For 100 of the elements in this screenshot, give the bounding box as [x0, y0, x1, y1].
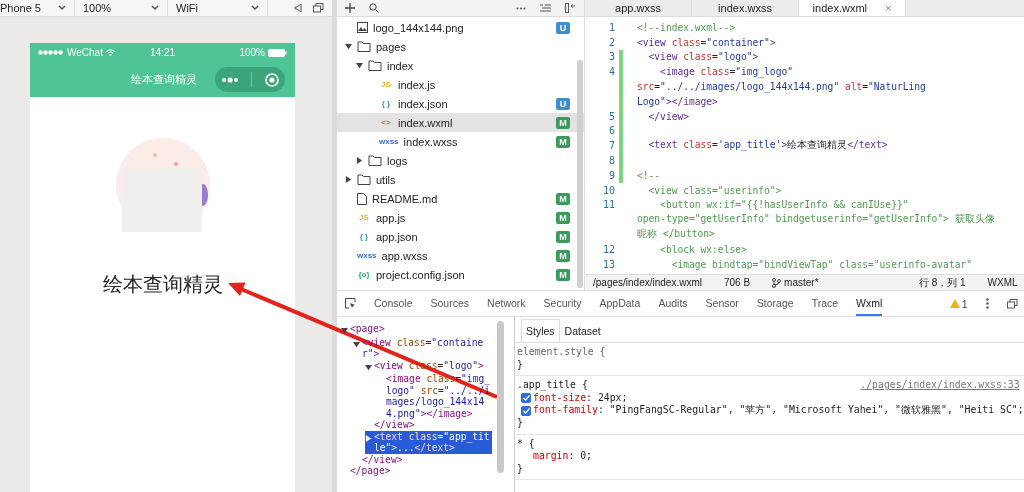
source-link[interactable]: ./pages/index/index.wxss:33: [860, 379, 1024, 392]
file-tree-item[interactable]: utils: [337, 170, 584, 189]
code-line: 昵称 </button>: [637, 228, 715, 242]
git-status-badge: M: [556, 135, 570, 148]
devtools-tab[interactable]: Sources: [430, 291, 470, 316]
git-status-badge: M: [556, 249, 570, 262]
wifi-icon: [105, 49, 115, 56]
warning-icon: [949, 299, 960, 308]
line-number: 9: [607, 169, 615, 181]
git-branch[interactable]: master*: [784, 277, 819, 288]
git-status-badge: M: [556, 192, 570, 205]
chevron-down-icon: [251, 5, 259, 11]
line-number: 5: [607, 110, 615, 122]
more-icon[interactable]: [516, 6, 526, 10]
expanded-triangle-icon[interactable]: [356, 62, 363, 69]
expanded-triangle-icon[interactable]: [353, 340, 360, 348]
language-mode[interactable]: WXML: [987, 277, 1018, 288]
image-file-icon: [357, 22, 368, 33]
git-status-badge: M: [556, 230, 570, 243]
checkbox[interactable]: [521, 405, 531, 416]
css-selector: element.style {: [517, 346, 606, 359]
css-selector: * {: [517, 437, 535, 451]
code-line: <block wx:else>: [659, 243, 747, 255]
more-vertical-icon[interactable]: [985, 298, 989, 309]
search-icon[interactable]: [369, 3, 379, 13]
collapsed-triangle-icon[interactable]: [365, 434, 372, 442]
dropdown-select[interactable]: Phone 5: [0, 0, 75, 17]
window-icon[interactable]: [313, 3, 324, 13]
code-line: </view>: [647, 110, 689, 122]
checkbox[interactable]: [521, 393, 531, 404]
styles-tab[interactable]: Styles: [521, 319, 560, 342]
app-title: 绘本查询精灵: [102, 272, 223, 297]
expanded-triangle-icon[interactable]: [341, 327, 348, 334]
close-tab-button[interactable]: ×: [885, 2, 892, 14]
branch-icon: [772, 277, 782, 288]
devtools-tab[interactable]: Audits: [658, 291, 688, 316]
file-type-icon: JS: [379, 80, 393, 89]
code-line: src="../../images/logo_144x144.png" alt="NaturLing: [637, 81, 926, 93]
file-tree-item[interactable]: wxss app.wxss M: [337, 246, 584, 265]
file-type-icon: wxss: [357, 251, 377, 260]
element-node[interactable]: <page>: [341, 323, 492, 337]
file-type-icon: JS: [357, 213, 371, 222]
more-icon[interactable]: [221, 76, 240, 83]
file-path: /pages/index/index.wxml: [593, 277, 702, 288]
dropdown-select[interactable]: 100%: [83, 0, 168, 17]
scrollbar[interactable]: [577, 60, 583, 288]
scrollbar[interactable]: [497, 321, 504, 473]
file-tree-item[interactable]: JS app.js M: [337, 208, 584, 227]
devtools-tab[interactable]: Console: [374, 291, 413, 316]
file-tree-item[interactable]: { } app.json M: [337, 227, 584, 246]
git-status-badge: U: [556, 21, 570, 34]
file-tree-item[interactable]: README.md M: [337, 189, 584, 208]
battery-icon: [268, 48, 287, 57]
css-declaration: font-family: "PingFangSC-Regular", "苹方", "Microsoft Yahei", "微软雅黑", "Heiti SC";: [533, 404, 1024, 417]
file-tree-item[interactable]: <> index.wxml M: [337, 113, 584, 132]
collapse-panel-icon[interactable]: [565, 3, 576, 13]
devtools-tab[interactable]: Storage: [756, 291, 794, 316]
devtools-tab[interactable]: AppData: [599, 291, 641, 316]
devtools-tab[interactable]: Trace: [811, 291, 839, 316]
expanded-triangle-icon[interactable]: [345, 43, 352, 50]
folder-icon: [357, 41, 371, 52]
editor-tab[interactable]: index.wxml ×: [799, 0, 906, 16]
collapsed-triangle-icon[interactable]: [345, 176, 352, 183]
devtools-tab[interactable]: Wxml: [856, 291, 883, 316]
css-selector: .app_title {: [517, 379, 588, 392]
closing-tag: </page>: [341, 465, 492, 477]
file-tree-item[interactable]: pages: [337, 37, 584, 56]
element-node[interactable]: <text class="app_title">...</text>: [365, 430, 492, 454]
line-number: 13: [601, 258, 615, 270]
devtools-tab[interactable]: Sensor: [705, 291, 739, 316]
line-number: 12: [601, 243, 615, 255]
devtools-tab[interactable]: Security: [543, 291, 582, 316]
file-tree-item[interactable]: logo_144x144.png U: [337, 18, 584, 37]
closing-tag: </view>: [353, 453, 492, 465]
inspect-icon[interactable]: [345, 298, 356, 309]
file-tree-item[interactable]: { } index.json U: [337, 94, 584, 113]
code-line: open-type="getUserInfo" bindgetuserinfo="getUserInfo"> 获取头像: [637, 213, 995, 227]
warning-count[interactable]: 1: [961, 297, 968, 310]
file-tree-item[interactable]: JS index.js: [337, 75, 584, 94]
file-tree-item[interactable]: wxss index.wxss M: [337, 132, 584, 151]
file-tree-item[interactable]: logs: [337, 151, 584, 170]
capsule-button[interactable]: [215, 67, 285, 92]
code-line: Logo"></image>: [637, 95, 718, 107]
plus-icon[interactable]: [345, 3, 355, 13]
dock-icon[interactable]: [1006, 298, 1018, 309]
clock-time: 14:21: [150, 47, 175, 58]
line-number: 1: [607, 21, 615, 33]
file-tree-item[interactable]: {o} project.config.json M: [337, 265, 584, 284]
line-number: 4: [607, 66, 615, 78]
collapsed-triangle-icon[interactable]: [356, 157, 363, 164]
code-line: <view class="logo">: [647, 51, 759, 63]
devtools-tab[interactable]: Network: [487, 291, 526, 316]
line-number: 3: [607, 51, 615, 63]
code-line: <!--: [637, 169, 661, 181]
line-number: 8: [607, 155, 615, 167]
expanded-triangle-icon[interactable]: [365, 363, 372, 371]
speaker-icon[interactable]: [294, 3, 303, 13]
dropdown-select[interactable]: WiFi: [176, 0, 268, 17]
file-tree-item[interactable]: index: [337, 56, 584, 75]
styles-tab[interactable]: Dataset: [559, 319, 606, 342]
